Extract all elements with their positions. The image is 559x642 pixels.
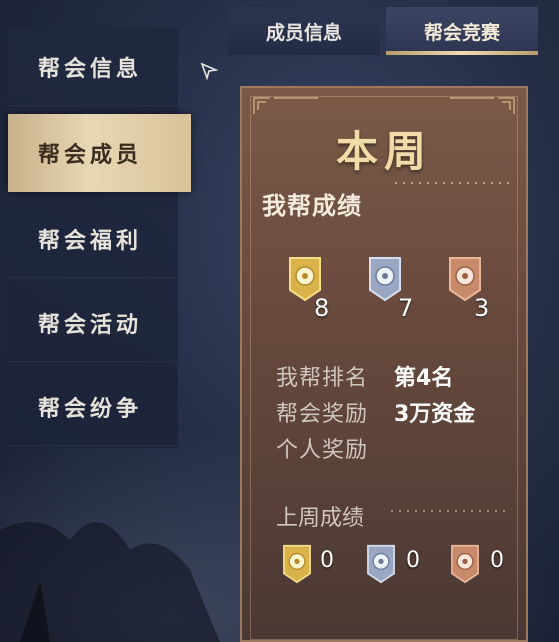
divider-dots (388, 510, 508, 512)
sidebar-item-label: 帮会成员 (38, 141, 143, 168)
our-guild-results-title: 我帮成绩 (262, 192, 362, 220)
corner-ornament-icon (450, 97, 515, 114)
tab-member-info[interactable]: 成员信息 (228, 7, 380, 55)
corner-ornament-icon (253, 97, 318, 114)
sidebar-item-label: 帮会福利 (38, 227, 143, 254)
bronze-medal-count: 3 (474, 294, 490, 322)
last-week-silver-count: 0 (406, 548, 420, 573)
sidebar-item-guild-info[interactable]: 帮会信息 (8, 28, 178, 106)
sidebar-item-guild-activities[interactable]: 帮会活动 (8, 284, 178, 362)
gold-medal-count: 8 (314, 294, 330, 322)
tree-silhouette-decoration (0, 522, 220, 642)
cursor-arrow-icon (200, 62, 218, 80)
rank-label: 我帮排名 (276, 366, 369, 391)
sidebar-item-guild-welfare[interactable]: 帮会福利 (8, 200, 178, 278)
bronze-medal-icon (451, 544, 479, 584)
last-week-bronze-count: 0 (490, 548, 504, 573)
silver-medal-count: 7 (398, 294, 414, 322)
guild-sidebar: 帮会信息 帮会成员 帮会福利 帮会活动 帮会纷争 (8, 28, 191, 448)
silver-medal-icon (367, 544, 395, 584)
guild-reward-value: 3万资金 (394, 402, 476, 427)
sidebar-item-label: 帮会纷争 (38, 395, 143, 422)
rank-value: 第4名 (394, 366, 454, 391)
sidebar-item-guild-members[interactable]: 帮会成员 (8, 114, 191, 192)
sidebar-item-guild-disputes[interactable]: 帮会纷争 (8, 368, 178, 446)
last-week-title: 上周成绩 (276, 506, 365, 531)
last-week-gold-count: 0 (320, 548, 334, 573)
tab-label: 成员信息 (265, 21, 342, 44)
panel-title: 本周 (335, 127, 432, 176)
personal-reward-label: 个人奖励 (276, 438, 369, 463)
tab-label: 帮会竞赛 (423, 21, 500, 44)
sidebar-item-label: 帮会信息 (38, 55, 143, 82)
divider-dots (392, 182, 510, 184)
gold-medal-icon (283, 544, 311, 584)
tab-guild-contest[interactable]: 帮会竞赛 (386, 7, 538, 55)
silver-medal-icon (369, 257, 401, 302)
sidebar-item-label: 帮会活动 (38, 311, 143, 338)
weekly-contest-panel: 本周 我帮成绩 8 7 3 我帮排名 第4名 帮会奖励 3万资金 个人奖励 上周… (240, 86, 528, 642)
guild-reward-label: 帮会奖励 (276, 402, 369, 427)
